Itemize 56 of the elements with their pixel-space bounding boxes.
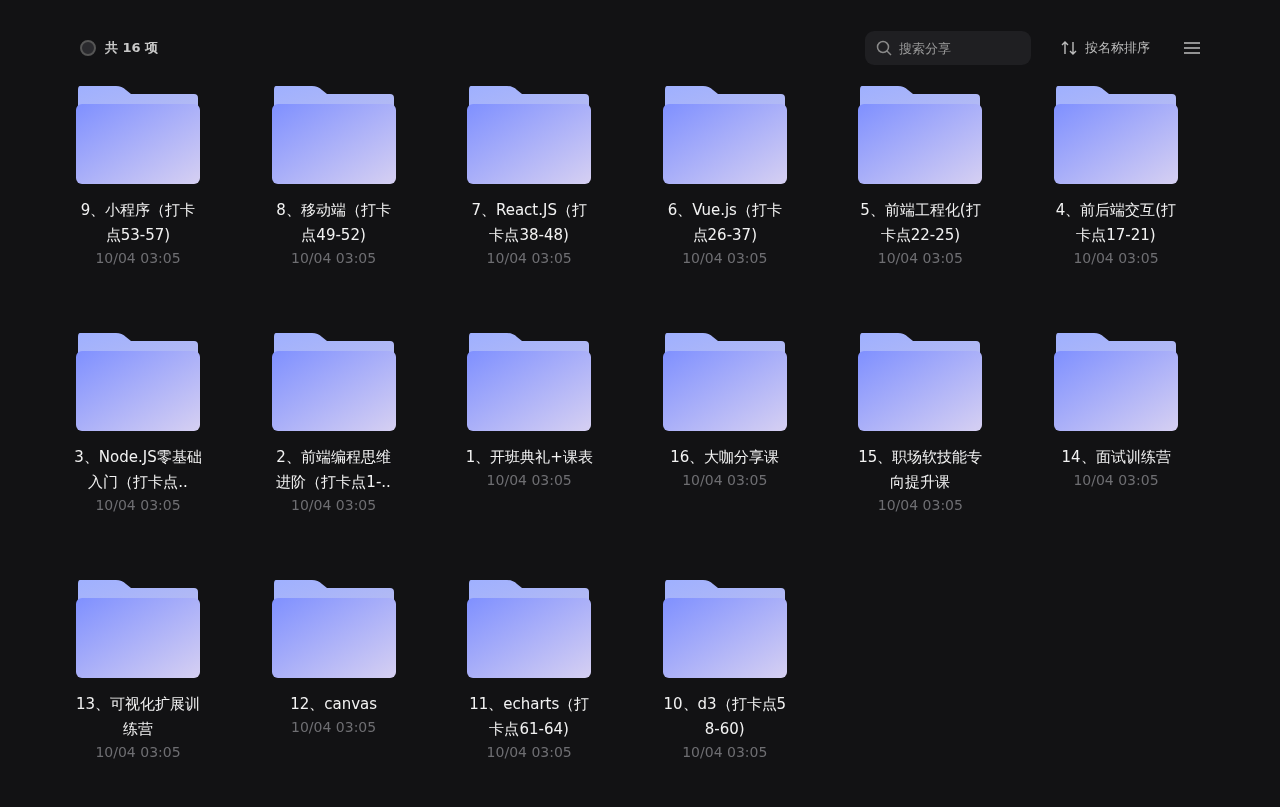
- modified-time: 10/04 03:05: [877, 249, 963, 268]
- modified-time: 10/04 03:05: [486, 743, 572, 762]
- folder-icon: [1053, 86, 1178, 184]
- folder-name[interactable]: 15、职场软技能专向提升课: [856, 445, 985, 495]
- item-count: 共 16 项: [105, 39, 159, 57]
- sort-button[interactable]: 按名称排序: [1061, 39, 1150, 57]
- folder-icon: [271, 86, 396, 184]
- folder-icon: [467, 580, 592, 678]
- modified-time: 10/04 03:05: [682, 471, 768, 490]
- modified-time: 10/04 03:05: [877, 496, 963, 515]
- menu-button[interactable]: [1184, 42, 1200, 54]
- search-field[interactable]: 搜索分享: [865, 31, 1031, 65]
- modified-time: 10/04 03:05: [682, 743, 768, 762]
- folder-icon: [858, 333, 983, 431]
- search-icon: [876, 40, 892, 56]
- folder-icon: [76, 333, 200, 431]
- folder-icon: [858, 86, 983, 184]
- folder-name[interactable]: 10、d3（打卡点58-60): [660, 692, 789, 742]
- folder-name[interactable]: 14、面试训练营: [1051, 445, 1180, 470]
- modified-time: 10/04 03:05: [291, 496, 377, 515]
- folder-icon: [1053, 333, 1178, 431]
- folder-icon: [76, 580, 200, 678]
- modified-time: 10/04 03:05: [95, 249, 181, 268]
- modified-time: 10/04 03:05: [1073, 249, 1159, 268]
- folder-icon: [662, 86, 787, 184]
- folder-name[interactable]: 13、可视化扩展训练营: [74, 692, 202, 742]
- sort-icon: [1061, 41, 1078, 55]
- modified-time: 10/04 03:05: [1073, 471, 1159, 490]
- folder-name[interactable]: 2、前端编程思维进阶（打卡点1-..: [269, 445, 398, 495]
- folder-icon: [271, 333, 396, 431]
- modified-time: 10/04 03:05: [291, 718, 377, 737]
- folder-icon: [467, 86, 592, 184]
- folder-name[interactable]: 4、前后端交互(打卡点17-21): [1051, 198, 1180, 248]
- modified-time: 10/04 03:05: [486, 471, 572, 490]
- select-all-checkbox[interactable]: [80, 40, 96, 56]
- folder-name[interactable]: 6、Vue.js（打卡点26-37): [660, 198, 789, 248]
- modified-time: 10/04 03:05: [682, 249, 768, 268]
- folder-icon: [662, 580, 787, 678]
- folder-icon: [271, 580, 396, 678]
- folder-icon: [467, 333, 592, 431]
- folder-name[interactable]: 12、canvas: [269, 692, 398, 717]
- folder-name[interactable]: 9、小程序（打卡点53-57): [74, 198, 202, 248]
- folder-name[interactable]: 11、echarts（打卡点61-64): [465, 692, 594, 742]
- folder-name[interactable]: 5、前端工程化(打卡点22-25): [856, 198, 985, 248]
- modified-time: 10/04 03:05: [291, 249, 377, 268]
- folder-icon: [76, 86, 200, 184]
- folder-name[interactable]: 3、Node.JS零基础入门（打卡点..: [74, 445, 202, 495]
- folder-name[interactable]: 8、移动端（打卡点49-52): [269, 198, 398, 248]
- folder-name[interactable]: 1、开班典礼+课表: [465, 445, 594, 470]
- folder-name[interactable]: 16、大咖分享课: [660, 445, 789, 470]
- modified-time: 10/04 03:05: [95, 496, 181, 515]
- modified-time: 10/04 03:05: [95, 743, 181, 762]
- modified-time: 10/04 03:05: [486, 249, 572, 268]
- folder-name[interactable]: 7、React.JS（打卡点38-48): [465, 198, 594, 248]
- folder-icon: [662, 333, 787, 431]
- menu-icon: [1184, 42, 1200, 54]
